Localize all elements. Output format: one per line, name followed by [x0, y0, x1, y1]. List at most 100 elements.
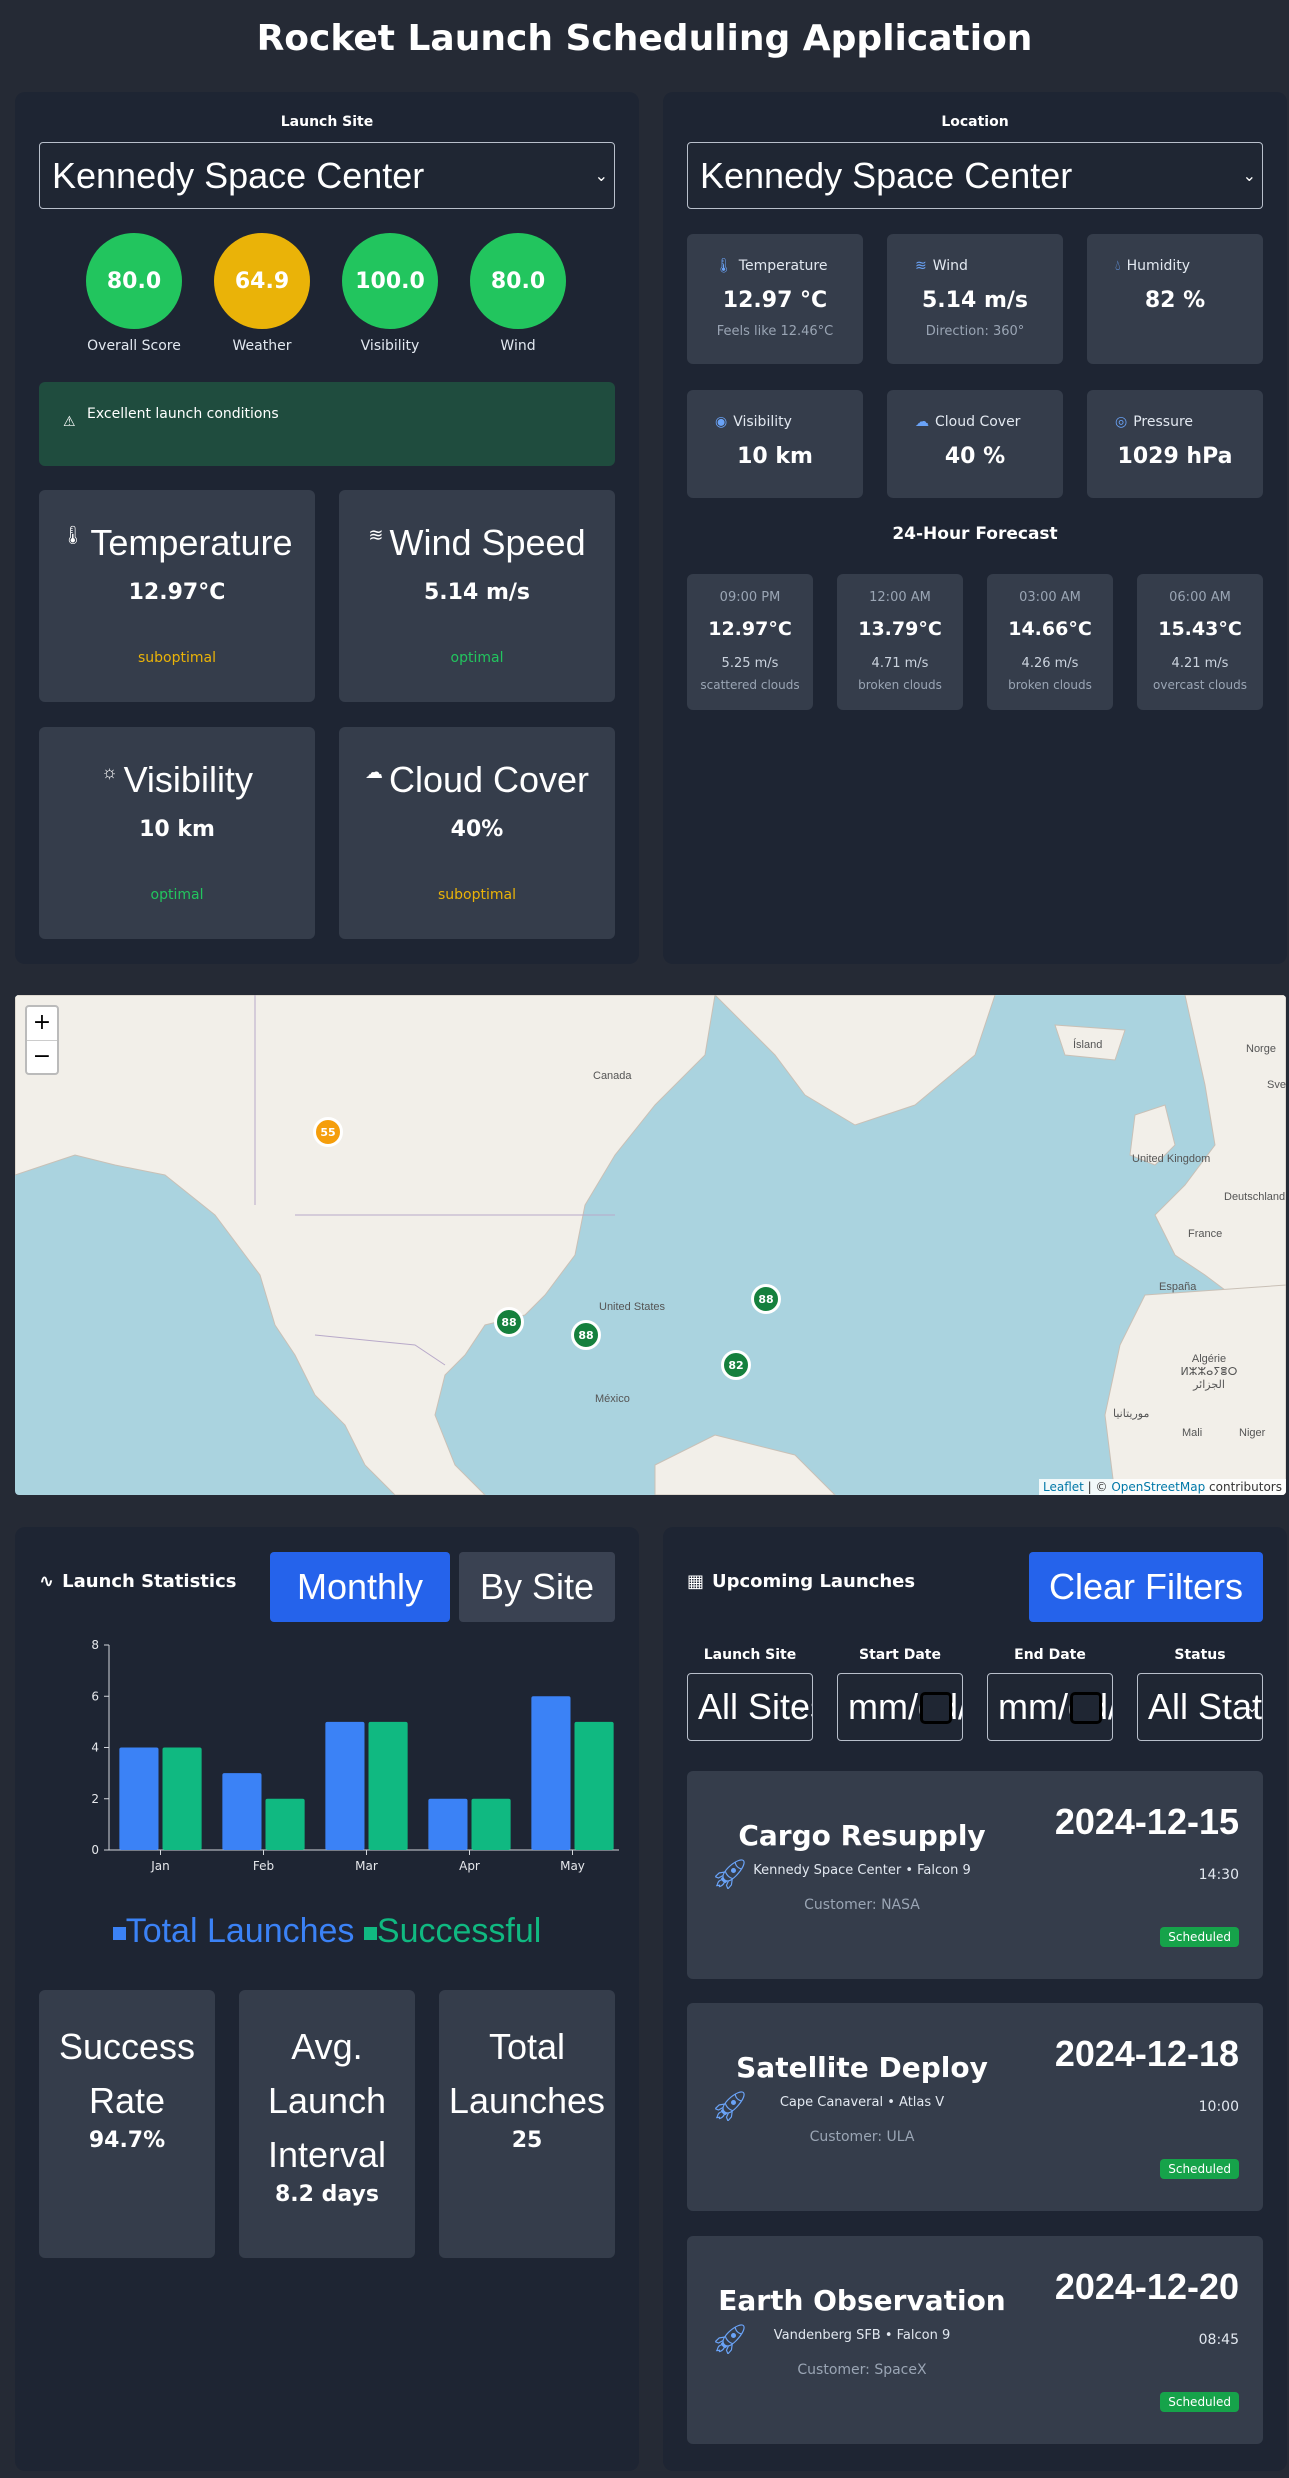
- bar-successful: [368, 1721, 408, 1850]
- launch-time: 14:30: [1198, 1867, 1239, 1883]
- condition-status: suboptimal: [138, 650, 216, 666]
- filter-label: Start Date: [859, 1647, 941, 1663]
- leaflet-link[interactable]: Leaflet: [1043, 1480, 1084, 1494]
- chevron-down-icon: ⌄: [594, 167, 608, 185]
- site-marker[interactable]: 82: [721, 1350, 751, 1380]
- weather-tile-wind: ≋ Wind 5.14 m/s Direction: 360°: [887, 234, 1063, 364]
- y-tick-label: 4: [91, 1741, 99, 1755]
- launch-card[interactable]: 🚀︎ Earth Observation Vandenberg SFB • Fa…: [687, 2236, 1263, 2444]
- stat-label: Avg. Launch Interval: [267, 2026, 387, 2175]
- tab-by-site[interactable]: By Site: [459, 1552, 615, 1622]
- wind-icon: ≋: [915, 258, 927, 274]
- launch-detail: Vandenberg SFB • Falcon 9: [773, 2328, 951, 2343]
- map-label: México: [595, 1393, 630, 1405]
- filter-label: End Date: [1014, 1647, 1086, 1663]
- y-tick-label: 0: [91, 1843, 99, 1857]
- launch-site-map[interactable]: + − Canada United States México Ísland U…: [15, 995, 1286, 1495]
- condition-card-visibility: ☼ Visibility 10 km optimal: [39, 727, 315, 939]
- weather-tile-humidity: 💧︎ Humidity 82 %: [1087, 234, 1263, 364]
- y-tick-label: 6: [91, 1689, 99, 1703]
- y-tick-label: 2: [91, 1792, 99, 1806]
- zoom-control: + −: [25, 1005, 59, 1075]
- legend-label-successful: Successful: [376, 1912, 542, 1950]
- launch-name: Cargo Resupply: [738, 1819, 986, 1852]
- bar-successful: [265, 1798, 305, 1850]
- stat-value: 25: [511, 2128, 543, 2153]
- location-select[interactable]: Kennedy Space Center ⌄: [687, 142, 1263, 209]
- launch-bar-chart: 0 2 4 6 8 Jan Feb Mar Apr May: [91, 1638, 619, 1873]
- score-label-overall: Overall Score: [87, 338, 181, 354]
- sun-icon: ☼: [101, 762, 118, 782]
- thermometer-icon: 🌡︎: [61, 525, 85, 545]
- launch-card[interactable]: 🚀︎ Satellite Deploy Cape Canaveral • Atl…: [687, 2003, 1263, 2211]
- forecast-item: 12:00 AM 13.79°C 4.71 m/s broken clouds: [837, 574, 963, 710]
- map-label: España: [1159, 1281, 1197, 1293]
- launch-site-select[interactable]: Kennedy Space Center ⌄: [39, 142, 615, 209]
- zoom-in-button[interactable]: +: [27, 1007, 57, 1040]
- droplet-icon: 💧︎: [1115, 258, 1121, 274]
- status-badge: Scheduled: [1160, 2159, 1239, 2179]
- launch-date: 2024-12-15: [1054, 1801, 1239, 1842]
- status-badge: Scheduled: [1160, 1927, 1239, 1947]
- score-circle-visibility: 100.0: [342, 233, 438, 329]
- launch-name: Earth Observation: [718, 2284, 1006, 2317]
- compass-icon: ◎: [1115, 414, 1128, 430]
- bar-successful: [574, 1721, 614, 1850]
- stat-card-avg-interval: Avg. Launch Interval 8.2 days: [239, 1990, 415, 2258]
- site-marker[interactable]: 88: [494, 1307, 524, 1337]
- launch-customer: Customer: NASA: [804, 1897, 920, 1913]
- zoom-out-button[interactable]: −: [27, 1040, 57, 1073]
- condition-title: Visibility: [123, 759, 253, 800]
- launch-alert: ⚠ Excellent launch conditions: [39, 382, 615, 466]
- bar-total: [222, 1773, 262, 1850]
- forecast-item: 09:00 PM 12.97°C 5.25 m/s scattered clou…: [687, 574, 813, 710]
- chevron-down-icon: ⌄: [1246, 1698, 1258, 1715]
- condition-title: Temperature: [90, 522, 293, 563]
- weather-tile-temperature: 🌡︎ Temperature 12.97 °C Feels like 12.46°…: [687, 234, 863, 364]
- osm-link[interactable]: OpenStreetMap: [1111, 1480, 1205, 1494]
- score-circle-weather: 64.9: [214, 233, 310, 329]
- condition-status: suboptimal: [438, 887, 516, 903]
- map-label: United Kingdom: [1132, 1153, 1211, 1165]
- calendar-picker-icon[interactable]: [920, 1692, 952, 1724]
- legend-swatch-successful: [363, 1926, 377, 1940]
- chart-legend: Total Launches Successful: [15, 1912, 639, 1951]
- launch-card[interactable]: 🚀︎ Cargo Resupply Kennedy Space Center •…: [687, 1771, 1263, 1979]
- score-label-weather: Weather: [232, 338, 292, 354]
- bar-successful: [162, 1747, 202, 1850]
- launch-date: 2024-12-18: [1054, 2033, 1239, 2074]
- stat-label: Total Launches: [448, 2026, 606, 2121]
- condition-value: 12.97°C: [128, 580, 226, 605]
- map-label: موريتانيا: [1113, 1408, 1150, 1420]
- site-marker[interactable]: 88: [751, 1284, 781, 1314]
- calendar-picker-icon[interactable]: [1070, 1692, 1102, 1724]
- stat-value: 8.2 days: [275, 2182, 379, 2207]
- launch-site-filter[interactable]: All Sites⌄: [687, 1673, 813, 1741]
- cloud-icon: ☁︎: [364, 762, 383, 782]
- clear-filters-button[interactable]: Clear Filters: [1029, 1552, 1263, 1622]
- x-tick-label: Feb: [253, 1859, 274, 1873]
- legend-label-total: Total Launches: [125, 1912, 355, 1950]
- start-date-input[interactable]: mm/dd/yyyy: [837, 1673, 963, 1741]
- condition-value: 5.14 m/s: [424, 580, 530, 605]
- stats-title: Launch Statistics: [62, 1571, 237, 1592]
- cloud-icon: ☁︎: [915, 414, 929, 430]
- chevron-down-icon: ⌄: [796, 1698, 808, 1715]
- legend-swatch-total: [112, 1926, 126, 1940]
- warning-icon: ⚠: [63, 414, 76, 430]
- site-marker[interactable]: 55: [313, 1117, 343, 1147]
- filter-label: Launch Site: [703, 1647, 797, 1663]
- map-label: France: [1188, 1228, 1223, 1240]
- site-marker[interactable]: 88: [571, 1320, 601, 1350]
- status-filter[interactable]: All Status⌄: [1137, 1673, 1263, 1741]
- tab-monthly[interactable]: Monthly: [270, 1552, 450, 1622]
- condition-card-cloud-cover: ☁︎ Cloud Cover 40% suboptimal: [339, 727, 615, 939]
- weather-tile-cloud-cover: ☁︎ Cloud Cover 40 %: [887, 390, 1063, 498]
- stat-card-success-rate: Success Rate 94.7%: [39, 1990, 215, 2258]
- x-tick-label: Apr: [459, 1859, 480, 1873]
- launch-date: 2024-12-20: [1054, 2266, 1239, 2307]
- map-label: Deutschland: [1224, 1191, 1286, 1203]
- end-date-input[interactable]: mm/dd/yyyy: [987, 1673, 1113, 1741]
- chevron-down-icon: ⌄: [1242, 167, 1256, 185]
- weather-value: 12.97 °C: [722, 288, 828, 313]
